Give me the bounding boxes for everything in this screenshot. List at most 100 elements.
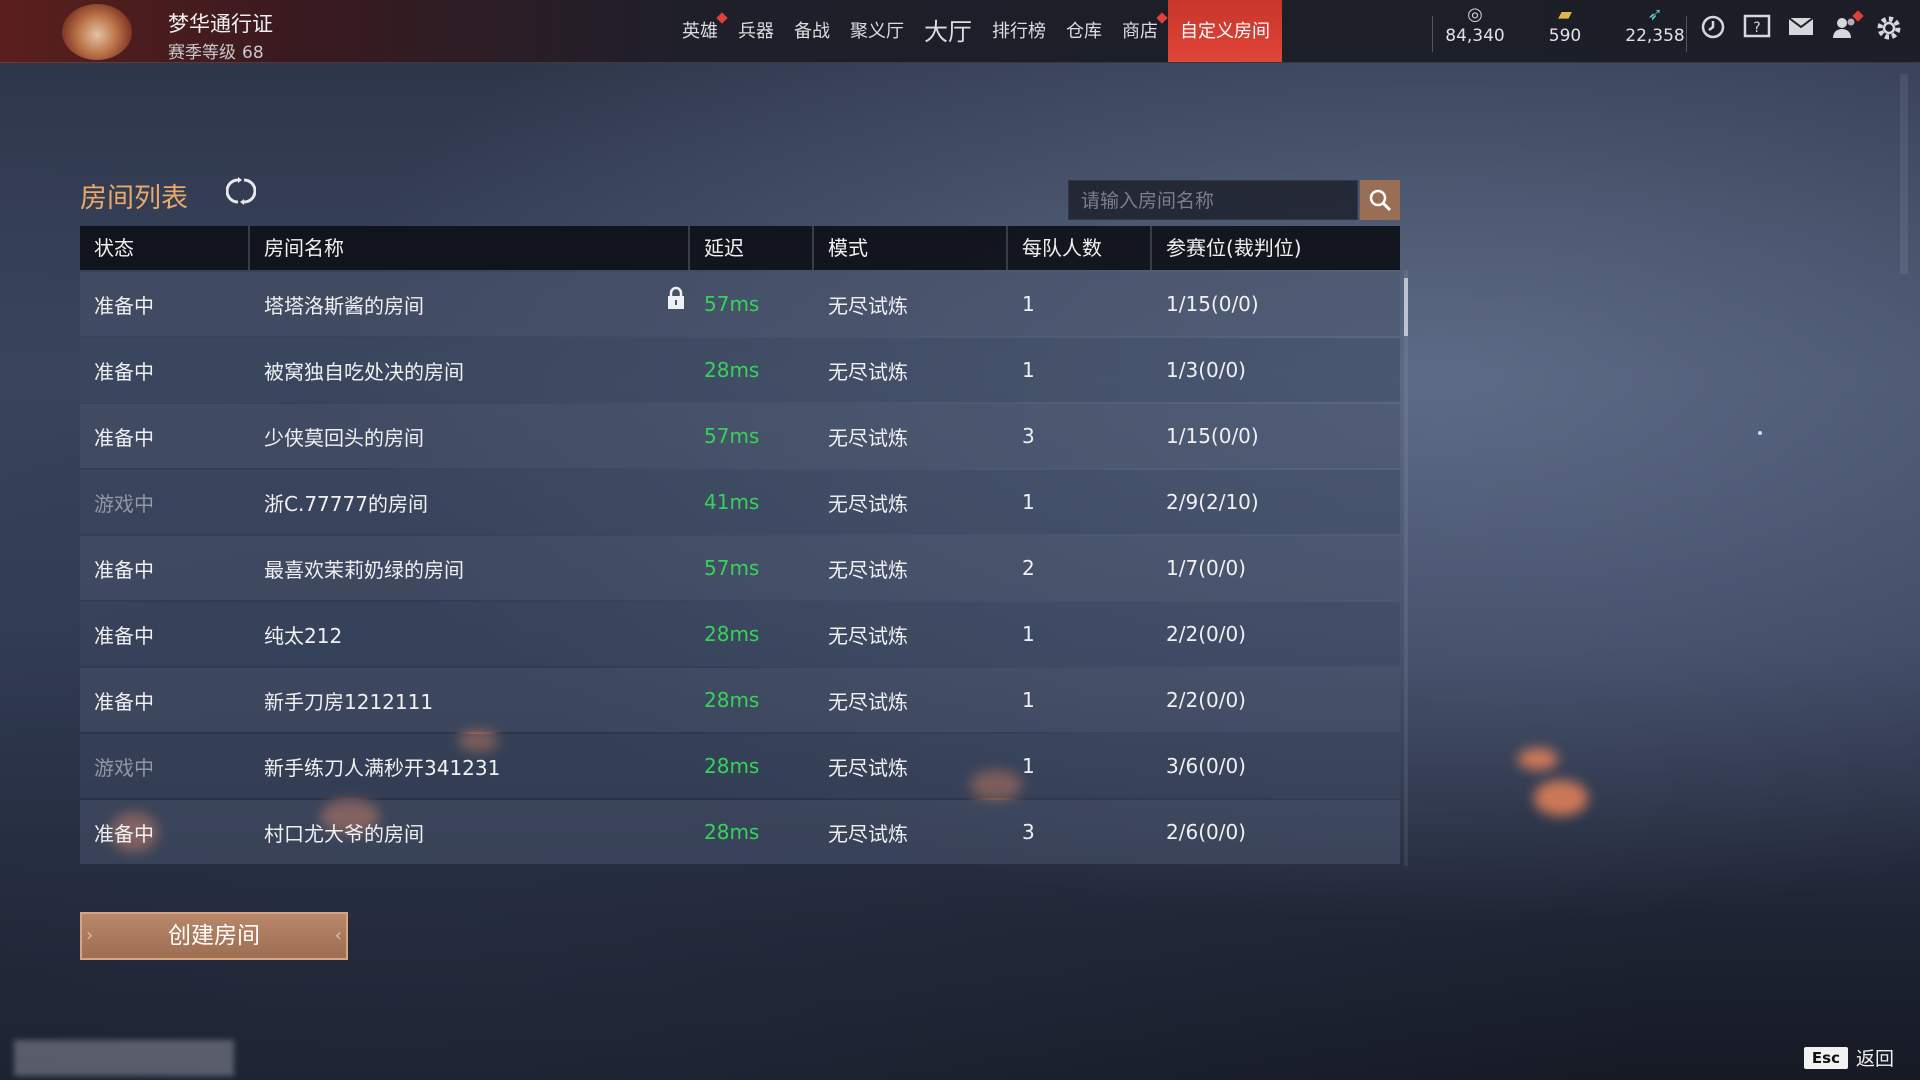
room-status: 准备中 [94,293,154,318]
table-body: 准备中 塔塔洛斯酱的房间 57ms 无尽试炼 1 1/15(0/0) 准备中 被窝独自吃处决的… [80,272,1400,864]
column-header: 模式 [814,226,1008,270]
room-team-size: 1 [1022,688,1035,712]
room-name-cell: 被窝独自吃处决的房间 [250,356,690,385]
table-scroll-thumb[interactable] [1404,278,1408,336]
currency-value: 590 [1548,26,1582,46]
chevron-right-icon: › [86,925,94,946]
back-button[interactable]: Esc 返回 [1803,1044,1894,1071]
table-row[interactable]: 游戏中 新手练刀人满秒开341231 28ms 无尽试炼 1 3/6(0/0) [80,734,1400,798]
room-name: 塔塔洛斯酱的房间 [264,293,424,318]
column-header: 参赛位(裁判位) [1166,236,1302,260]
currency-item[interactable]: ▰ 590 [1520,0,1610,62]
room-slots: 1/3(0/0) [1166,358,1246,382]
coin-icon: ◎ [1467,4,1483,25]
room-mode: 无尽试炼 [828,623,908,648]
room-status: 准备中 [94,689,154,714]
room-slots: 3/6(0/0) [1166,754,1246,778]
room-status: 准备中 [94,425,154,450]
room-name-cell: 村口尤大爷的房间 [250,818,690,847]
page-scrollbar[interactable] [1900,74,1908,274]
room-name: 少侠莫回头的房间 [264,425,424,450]
currency-value: 84,340 [1445,26,1505,46]
room-slots: 2/2(0/0) [1166,622,1246,646]
refresh-icon[interactable] [225,176,257,213]
main-nav: 英雄 兵器 备战 聚义厅 大厅 排行榜 仓库 商店 自定义房间 [672,0,1282,62]
table-row[interactable]: 准备中 少侠莫回头的房间 57ms 无尽试炼 3 1/15(0/0) [80,404,1400,468]
table-row[interactable]: 准备中 纯太212 28ms 无尽试炼 1 2/2(0/0) [80,602,1400,666]
room-slots: 2/2(0/0) [1166,688,1246,712]
create-room-button[interactable]: › 创建房间 ‹ [80,912,348,960]
room-latency: 28ms [704,358,760,382]
nav-tab[interactable]: 自定义房间 [1168,0,1282,62]
room-latency: 28ms [704,820,760,844]
help-book-icon[interactable]: ? [1742,14,1772,44]
room-latency: 57ms [704,424,760,448]
room-name: 浙C.77777的房间 [264,491,428,516]
currency-item[interactable]: ◎ 84,340 [1430,0,1520,62]
column-header: 延迟 [690,226,814,270]
room-name-cell: 塔塔洛斯酱的房间 [250,286,690,319]
table-row[interactable]: 准备中 塔塔洛斯酱的房间 57ms 无尽试炼 1 1/15(0/0) [80,272,1400,336]
table-row[interactable]: 准备中 被窝独自吃处决的房间 28ms 无尽试炼 1 1/3(0/0) [80,338,1400,402]
toolbar: ? [1698,10,1904,44]
nav-tab[interactable]: 备战 [784,0,840,62]
table-scroll-track[interactable] [1404,270,1408,866]
nav-tab[interactable]: 大厅 [914,0,982,62]
nav-tab[interactable]: 商店 [1112,0,1168,62]
room-table: 状态 房间名称 延迟 模式 每队人数 参赛位(裁判位) 准备中 塔塔洛斯酱的房间 57ms 无尽… [80,226,1400,864]
settings-gear-icon[interactable] [1874,14,1904,44]
friends-icon[interactable] [1830,10,1864,44]
pass-title[interactable]: 梦华通行证 [168,8,273,38]
table-row[interactable]: 游戏中 浙C.77777的房间 41ms 无尽试炼 1 2/9(2/10) [80,470,1400,534]
season-level-value: 68 [242,43,264,63]
room-team-size: 3 [1022,820,1035,844]
room-slots: 2/6(0/0) [1166,820,1246,844]
chevron-left-icon: ‹ [334,925,342,946]
lock-icon [666,286,688,312]
lantern-glow [1534,780,1588,816]
room-mode: 无尽试炼 [828,821,908,846]
room-slots: 1/15(0/0) [1166,424,1259,448]
pass-emblem-icon[interactable] [62,4,132,60]
room-name: 新手刀房1212111 [264,689,434,714]
currency-bar: ◎ 84,340 ▰ 590 ➶ 22,358 [1430,0,1700,62]
room-status: 准备中 [94,623,154,648]
room-name-cell: 浙C.77777的房间 [250,488,690,517]
timer-icon[interactable] [1698,14,1728,44]
table-header: 状态 房间名称 延迟 模式 每队人数 参赛位(裁判位) [80,226,1400,270]
room-name: 纯太212 [264,623,343,648]
room-mode: 无尽试炼 [828,491,908,516]
room-team-size: 1 [1022,358,1035,382]
room-status: 游戏中 [94,755,154,780]
search-button[interactable] [1360,180,1400,220]
nav-tab[interactable]: 排行榜 [982,0,1056,62]
nav-tab[interactable]: 兵器 [728,0,784,62]
nav-tab[interactable]: 英雄 [672,0,728,62]
room-search-input[interactable] [1079,181,1353,221]
room-slots: 1/7(0/0) [1166,556,1246,580]
table-row[interactable]: 准备中 村口尤大爷的房间 28ms 无尽试炼 3 2/6(0/0) [80,800,1400,864]
table-row[interactable]: 准备中 最喜欢茉莉奶绿的房间 57ms 无尽试炼 2 1/7(0/0) [80,536,1400,600]
room-list-title: 房间列表 [80,183,188,214]
room-name-cell: 新手练刀人满秒开341231 [250,752,690,781]
mail-icon[interactable] [1786,14,1816,44]
room-team-size: 1 [1022,292,1035,316]
room-slots: 1/15(0/0) [1166,292,1259,316]
room-team-size: 2 [1022,556,1035,580]
notification-badge [716,12,728,24]
table-row[interactable]: 准备中 新手刀房1212111 28ms 无尽试炼 1 2/2(0/0) [80,668,1400,732]
star [1758,431,1762,435]
room-latency: 28ms [704,754,760,778]
room-slots: 2/9(2/10) [1166,490,1259,514]
esc-key-hint: Esc [1803,1046,1848,1069]
season-level: 赛季等级 68 [168,38,264,63]
nav-tab[interactable]: 聚义厅 [840,0,914,62]
room-latency: 41ms [704,490,760,514]
blurred-player-id [14,1040,234,1076]
column-header: 每队人数 [1008,226,1152,270]
room-latency: 28ms [704,622,760,646]
room-name: 新手练刀人满秒开341231 [264,755,501,780]
room-mode: 无尽试炼 [828,293,908,318]
nav-tab[interactable]: 仓库 [1056,0,1112,62]
gold-ticket-icon: ▰ [1558,4,1572,25]
